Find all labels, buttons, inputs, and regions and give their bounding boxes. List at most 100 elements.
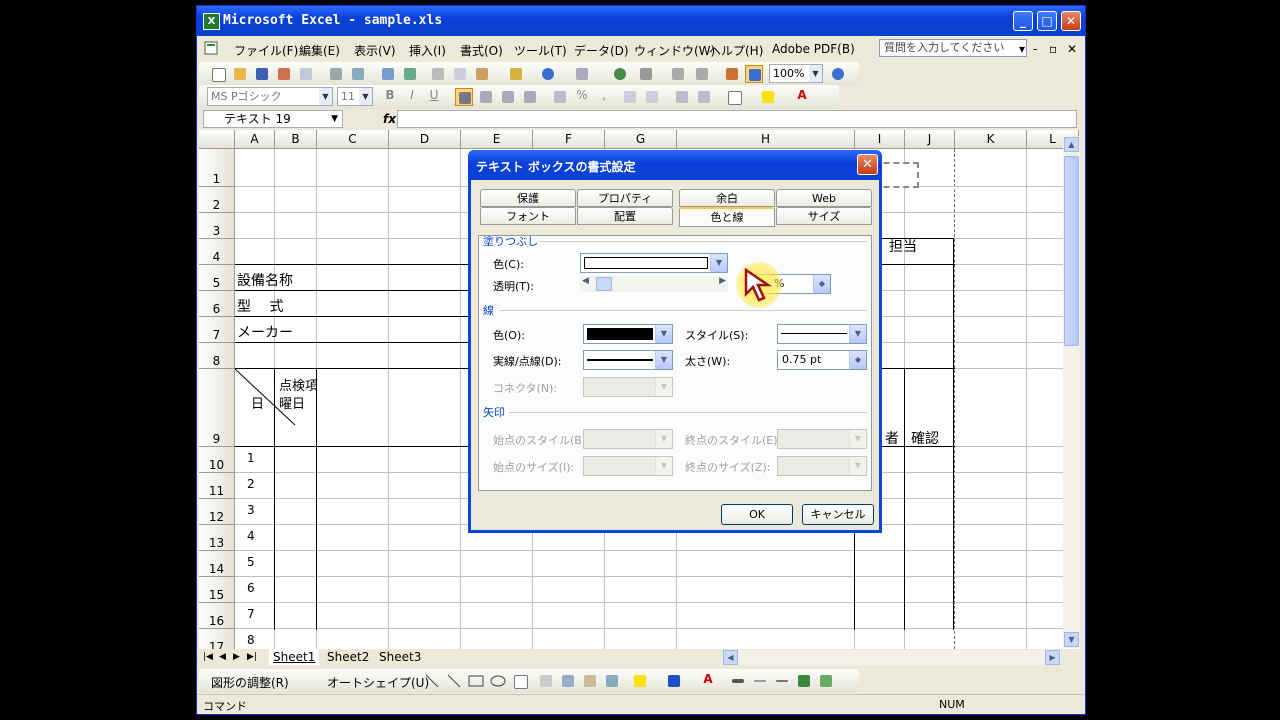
workbook-icon[interactable]	[203, 39, 219, 57]
tab-protection[interactable]: 保護	[480, 189, 576, 207]
rectangle-icon[interactable]	[467, 672, 485, 690]
row-header[interactable]: 16	[199, 603, 235, 629]
row-header[interactable]: 13	[199, 525, 235, 551]
spelling-icon[interactable]	[379, 65, 397, 83]
shadow-icon[interactable]	[795, 672, 813, 690]
scroll-thumb[interactable]	[1064, 156, 1079, 346]
tab-web[interactable]: Web	[776, 189, 872, 207]
ok-button[interactable]: OK	[721, 504, 793, 525]
row-header[interactable]: 12	[199, 499, 235, 525]
wordart-icon[interactable]	[537, 672, 555, 690]
fill-color-select[interactable]: ▼	[580, 253, 728, 273]
chevron-down-icon[interactable]: ▼	[655, 378, 672, 396]
chevron-down-icon[interactable]: ▼	[319, 88, 332, 105]
fill-color-icon[interactable]	[631, 672, 649, 690]
align-center-icon[interactable]	[477, 88, 495, 106]
borders-icon[interactable]	[725, 88, 743, 106]
open-icon[interactable]	[231, 65, 249, 83]
oval-icon[interactable]	[489, 672, 507, 690]
draw-menu-button[interactable]: 図形の調整(R)	[211, 674, 289, 691]
autoshape-menu-button[interactable]: オートシェイプ(U)	[327, 674, 429, 691]
sheet-tab-sheet1[interactable]: Sheet1	[269, 649, 320, 665]
tab-alignment[interactable]: 配置	[577, 207, 673, 225]
horizontal-scrollbar[interactable]: ◀ ▶	[723, 650, 1061, 665]
close-button[interactable]: ✕	[1061, 11, 1081, 31]
formula-input[interactable]	[397, 110, 1077, 128]
font-color-icon[interactable]: A	[699, 672, 717, 690]
row-header[interactable]: 3	[199, 213, 235, 239]
prev-sheet-icon[interactable]: ◀	[219, 652, 226, 662]
chevron-down-icon[interactable]: ▼	[849, 457, 866, 475]
increase-indent-icon[interactable]	[695, 88, 713, 106]
sheet-tab-sheet2[interactable]: Sheet2	[323, 649, 373, 665]
align-left-icon[interactable]	[455, 88, 473, 106]
cancel-button[interactable]: キャンセル	[802, 504, 874, 525]
chevron-down-icon[interactable]: ▼	[849, 430, 866, 448]
sort-descending-icon[interactable]	[693, 65, 711, 83]
hyperlink-icon[interactable]	[611, 65, 629, 83]
line-dash-select[interactable]: ▼	[583, 350, 673, 370]
column-header[interactable]: E	[461, 130, 533, 149]
scroll-left-icon[interactable]: ◀	[723, 650, 738, 665]
merge-center-icon[interactable]	[521, 88, 539, 106]
redo-icon[interactable]	[573, 65, 591, 83]
help-icon[interactable]	[829, 65, 847, 83]
tab-font[interactable]: フォント	[480, 207, 576, 225]
undo-icon[interactable]	[539, 65, 557, 83]
font-name-select[interactable]: MS Pゴシック ▼	[207, 87, 333, 106]
print-icon[interactable]	[327, 65, 345, 83]
underline-icon[interactable]: U	[425, 88, 443, 106]
row-header[interactable]: 2	[199, 187, 235, 213]
decrease-indent-icon[interactable]	[673, 88, 691, 106]
next-sheet-icon[interactable]: ▶	[233, 652, 240, 662]
picture-icon[interactable]	[603, 672, 621, 690]
sort-ascending-icon[interactable]	[669, 65, 687, 83]
line-color-select[interactable]: ▼	[583, 324, 673, 344]
spin-icon[interactable]: ◆	[813, 275, 830, 293]
drawing-icon[interactable]	[745, 65, 763, 83]
row-header[interactable]: 4	[199, 239, 235, 265]
column-header[interactable]: H	[677, 130, 855, 149]
bold-icon[interactable]: B	[381, 88, 399, 106]
row-header[interactable]: 14	[199, 551, 235, 577]
arrow-icon[interactable]	[445, 672, 463, 690]
chevron-down-icon[interactable]: ▼	[655, 457, 672, 475]
font-size-select[interactable]: 11 ▼	[337, 87, 373, 106]
fill-color-icon[interactable]	[759, 88, 777, 106]
connector-select[interactable]: ▼	[583, 377, 673, 397]
end-size-select[interactable]: ▼	[777, 456, 867, 476]
row-header[interactable]: 1	[199, 149, 235, 187]
scroll-right-icon[interactable]: ▶	[1045, 650, 1060, 665]
decrease-decimal-icon[interactable]	[643, 88, 661, 106]
row-header[interactable]: 9	[199, 369, 235, 447]
tab-size[interactable]: サイズ	[776, 207, 872, 225]
permission-icon[interactable]	[275, 65, 293, 83]
font-color-icon[interactable]: A	[793, 88, 811, 106]
tab-colors-lines[interactable]: 色と線	[679, 207, 775, 227]
slider-thumb[interactable]	[596, 277, 612, 291]
insert-function-icon[interactable]: fx	[383, 112, 396, 126]
menu-data[interactable]: データ(D)	[574, 42, 629, 59]
menu-window[interactable]: ウィンドウ(W)	[634, 42, 715, 59]
workbook-restore-button[interactable]: ▫	[1049, 42, 1057, 56]
3d-icon[interactable]	[817, 672, 835, 690]
menu-tools[interactable]: ツール(T)	[514, 42, 567, 59]
dialog-close-button[interactable]: ✕	[857, 154, 878, 175]
increase-decimal-icon[interactable]	[621, 88, 639, 106]
line-style-select[interactable]: ▼	[777, 324, 867, 344]
vertical-scrollbar[interactable]: ▲ ▼	[1063, 136, 1080, 648]
menu-adobe-pdf[interactable]: Adobe PDF(B)	[772, 42, 855, 56]
menu-view[interactable]: 表示(V)	[354, 42, 396, 59]
menu-file[interactable]: ファイル(F)	[234, 42, 298, 59]
row-header[interactable]: 5	[199, 265, 235, 291]
currency-icon[interactable]	[551, 88, 569, 106]
begin-style-select[interactable]: ▼	[583, 429, 673, 449]
begin-size-select[interactable]: ▼	[583, 456, 673, 476]
percent-icon[interactable]: %	[573, 88, 591, 106]
row-header[interactable]: 17	[199, 629, 235, 650]
chart-wizard-icon[interactable]	[723, 65, 741, 83]
chevron-down-icon[interactable]: ▼	[655, 325, 672, 343]
menu-edit[interactable]: 編集(E)	[299, 42, 340, 59]
slider-left-icon[interactable]: ◀	[582, 276, 589, 286]
last-sheet-icon[interactable]: ▶|	[247, 652, 257, 662]
